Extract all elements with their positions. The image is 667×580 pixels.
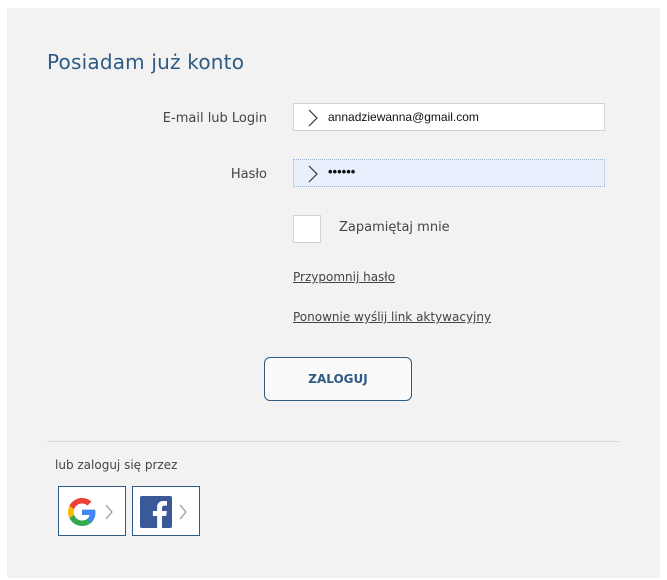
email-value: annadziewanna@gmail.com	[328, 110, 479, 124]
google-login-button[interactable]	[58, 486, 126, 536]
chevron-right-icon	[105, 504, 113, 520]
password-value: ••••••	[328, 164, 356, 179]
password-label: Hasło	[230, 167, 267, 182]
login-button[interactable]: ZALOGUJ	[264, 357, 412, 401]
email-field[interactable]: annadziewanna@gmail.com	[293, 103, 605, 131]
facebook-login-button[interactable]	[132, 486, 200, 536]
remind-password-link[interactable]: Przypomnij hasło	[293, 270, 395, 284]
resend-activation-link[interactable]: Ponownie wyślij link aktywacyjny	[293, 310, 491, 324]
chevron-right-icon	[179, 504, 187, 520]
google-icon	[68, 498, 96, 526]
email-label: E-mail lub Login	[162, 111, 267, 126]
facebook-icon	[140, 496, 172, 529]
divider	[47, 441, 620, 442]
chevron-right-icon	[308, 165, 318, 183]
remember-me-label[interactable]: Zapamiętaj mnie	[339, 220, 450, 235]
chevron-right-icon	[308, 109, 318, 127]
login-panel: Posiadam już konto E-mail lub Login anna…	[7, 8, 660, 578]
password-field[interactable]: ••••••	[293, 159, 605, 187]
remember-me-checkbox[interactable]	[293, 215, 321, 243]
page-title: Posiadam już konto	[47, 50, 245, 74]
social-login-label: lub zaloguj się przez	[55, 458, 178, 472]
